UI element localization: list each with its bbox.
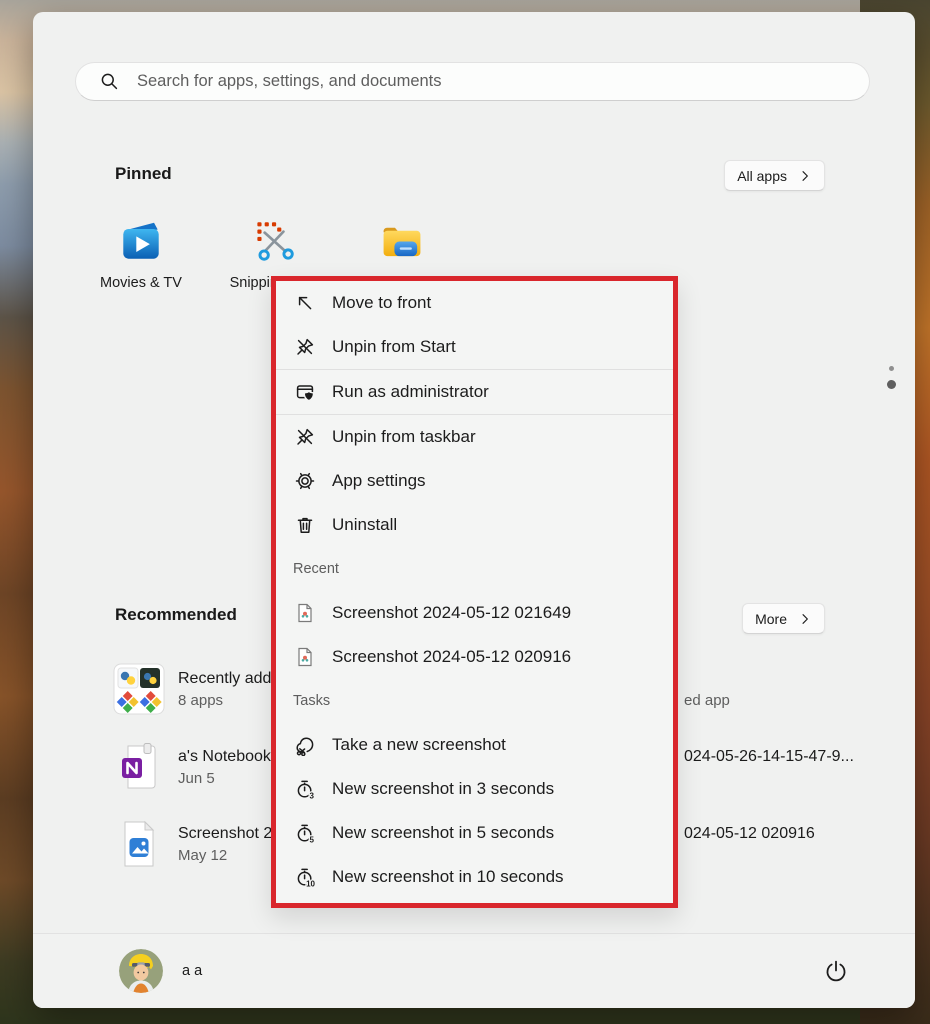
svg-text:10: 10 bbox=[306, 879, 315, 887]
menu-item-label: Move to front bbox=[332, 293, 431, 313]
start-page-indicator[interactable] bbox=[886, 366, 896, 389]
recommended-item-title: Screenshot 2 bbox=[178, 825, 272, 843]
recommended-right-fragment[interactable]: 024-05-12 020916 bbox=[684, 825, 815, 843]
svg-text:3: 3 bbox=[309, 791, 314, 799]
image-file-icon bbox=[293, 645, 317, 669]
snipping-tool-icon bbox=[247, 215, 299, 267]
menu-item-label: Unpin from Start bbox=[332, 337, 456, 357]
pinned-app-label: Movies & TV bbox=[100, 275, 182, 291]
menu-section-tasks: Tasks bbox=[276, 679, 673, 723]
search-input[interactable]: Search for apps, settings, and documents bbox=[75, 62, 870, 101]
screenshot-file-icon bbox=[113, 818, 165, 870]
menu-item-label: App settings bbox=[332, 471, 426, 491]
recommended-section-title: Recommended bbox=[115, 605, 237, 625]
menu-item-take-new-screenshot[interactable]: Take a new screenshot bbox=[276, 723, 673, 767]
menu-item-label: New screenshot in 5 seconds bbox=[332, 823, 554, 843]
recommended-item-title: a's Notebook bbox=[178, 748, 271, 766]
recently-added-icon bbox=[113, 663, 165, 715]
timer-10-icon: 10 bbox=[293, 865, 317, 889]
menu-item-new-screenshot-3s[interactable]: 3 New screenshot in 3 seconds bbox=[276, 767, 673, 811]
menu-item-label: New screenshot in 3 seconds bbox=[332, 779, 554, 799]
menu-item-label: Unpin from taskbar bbox=[332, 427, 476, 447]
timer-5-icon: 5 bbox=[293, 821, 317, 845]
folder-icon bbox=[376, 215, 428, 267]
menu-item-run-as-administrator[interactable]: Run as administrator bbox=[276, 370, 673, 414]
recommended-right-fragment[interactable]: 024-05-26-14-15-47-9... bbox=[684, 748, 854, 766]
menu-section-recent: Recent bbox=[276, 547, 673, 591]
user-account-button[interactable]: a a bbox=[119, 949, 202, 993]
menu-item-label: Take a new screenshot bbox=[332, 735, 506, 755]
chevron-right-icon bbox=[798, 612, 812, 626]
user-name: a a bbox=[182, 963, 202, 979]
recommended-right-fragment[interactable]: ed app bbox=[684, 692, 730, 709]
power-button[interactable] bbox=[815, 950, 857, 992]
pinned-app-movies-tv[interactable]: Movies & TV bbox=[93, 215, 189, 291]
movies-tv-icon bbox=[115, 215, 167, 267]
search-icon bbox=[100, 72, 119, 91]
more-button[interactable]: More bbox=[742, 603, 825, 634]
more-label: More bbox=[755, 611, 787, 627]
menu-item-label: Run as administrator bbox=[332, 382, 489, 402]
admin-shield-icon bbox=[293, 380, 317, 404]
naruto-avatar bbox=[119, 949, 163, 993]
chevron-right-icon bbox=[798, 169, 812, 183]
menu-item-recent-screenshot-2[interactable]: Screenshot 2024-05-12 020916 bbox=[276, 635, 673, 679]
timer-3-icon: 3 bbox=[293, 777, 317, 801]
page-dot-active[interactable] bbox=[887, 380, 896, 389]
menu-item-label: Uninstall bbox=[332, 515, 397, 535]
menu-item-unpin-from-taskbar[interactable]: Unpin from taskbar bbox=[276, 415, 673, 459]
all-apps-button[interactable]: All apps bbox=[724, 160, 825, 191]
start-menu-footer: a a bbox=[33, 933, 915, 1008]
menu-item-new-screenshot-5s[interactable]: 5 New screenshot in 5 seconds bbox=[276, 811, 673, 855]
menu-item-recent-screenshot-1[interactable]: Screenshot 2024-05-12 021649 bbox=[276, 591, 673, 635]
new-snip-icon bbox=[293, 733, 317, 757]
menu-item-label: Screenshot 2024-05-12 020916 bbox=[332, 647, 571, 667]
recommended-item-subtitle: May 12 bbox=[178, 847, 272, 864]
gear-icon bbox=[293, 469, 317, 493]
onenote-icon bbox=[113, 741, 165, 793]
unpin-icon bbox=[293, 335, 317, 359]
trash-icon bbox=[293, 513, 317, 537]
menu-item-label: Screenshot 2024-05-12 021649 bbox=[332, 603, 571, 623]
start-menu-panel: Search for apps, settings, and documents… bbox=[33, 12, 915, 1008]
menu-item-app-settings[interactable]: App settings bbox=[276, 459, 673, 503]
menu-item-unpin-from-start[interactable]: Unpin from Start bbox=[276, 325, 673, 369]
arrow-up-left-icon bbox=[293, 291, 317, 315]
power-icon bbox=[824, 959, 848, 983]
pinned-section-title: Pinned bbox=[115, 164, 172, 184]
menu-item-move-to-front[interactable]: Move to front bbox=[276, 281, 673, 325]
context-menu-snipping-tool: Move to front Unpin from Start Run as ad… bbox=[271, 276, 678, 908]
all-apps-label: All apps bbox=[737, 168, 787, 184]
unpin-icon bbox=[293, 425, 317, 449]
search-placeholder: Search for apps, settings, and documents bbox=[137, 72, 442, 91]
menu-item-new-screenshot-10s[interactable]: 10 New screenshot in 10 seconds bbox=[276, 855, 673, 899]
menu-item-label: New screenshot in 10 seconds bbox=[332, 867, 564, 887]
recommended-item-subtitle: Jun 5 bbox=[178, 770, 271, 787]
page-dot[interactable] bbox=[889, 366, 894, 371]
menu-item-uninstall[interactable]: Uninstall bbox=[276, 503, 673, 547]
svg-text:5: 5 bbox=[309, 835, 314, 843]
image-file-icon bbox=[293, 601, 317, 625]
pinned-app-folder[interactable] bbox=[354, 215, 450, 275]
